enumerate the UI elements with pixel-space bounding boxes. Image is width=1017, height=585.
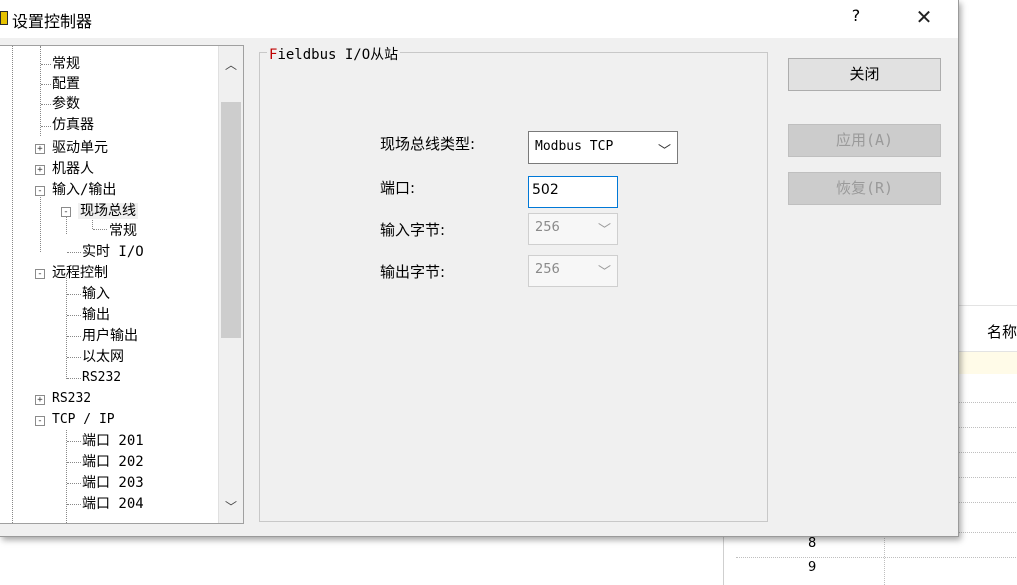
input-bytes-label: 输入字节: (380, 221, 446, 239)
tree-item-user-output[interactable]: 用户输出 (82, 328, 138, 344)
settings-tree[interactable]: 常规 配置 参数 仿真器 + 驱动单元 + 机器人 - 输入/输出 - 现场总线… (0, 45, 244, 524)
tree-connector (67, 315, 81, 316)
tree-scrollbar[interactable]: ︿ ﹀ (218, 46, 243, 523)
collapse-icon[interactable]: - (35, 269, 45, 279)
tree-line (40, 46, 41, 136)
chevron-down-icon: ﹀ (597, 265, 611, 280)
tree-connector (67, 483, 81, 484)
scroll-down-icon[interactable]: ﹀ (219, 498, 243, 518)
tree-item-port-203[interactable]: 端口 203 (82, 475, 144, 491)
port-value: 502 (532, 182, 559, 198)
tree-item-drive-unit[interactable]: 驱动单元 (52, 140, 108, 156)
output-bytes-label: 输出字节: (380, 263, 446, 281)
expand-icon[interactable]: + (35, 395, 45, 405)
window-title: 设置控制器 (12, 12, 93, 31)
scroll-up-icon[interactable]: ︿ (219, 56, 243, 76)
tree-connector (67, 336, 81, 337)
tree-item-port-201[interactable]: 端口 201 (82, 433, 144, 449)
tree-connector (41, 126, 51, 127)
tree-item-input[interactable]: 输入 (82, 286, 110, 302)
tree-connector (93, 229, 107, 230)
apply-button[interactable]: 应用(A) (788, 124, 941, 157)
tree-item-ethernet[interactable]: 以太网 (82, 349, 124, 365)
port-input[interactable]: 502 (528, 176, 618, 208)
tree-connector (41, 84, 51, 85)
tree-item-fieldbus-general[interactable]: 常规 (109, 223, 137, 239)
tree-connector (41, 64, 51, 65)
app-icon (0, 11, 8, 25)
collapse-icon[interactable]: - (35, 186, 45, 196)
tree-line (40, 192, 41, 252)
output-bytes-value: 256 (535, 262, 560, 277)
tree-item-fieldbus[interactable]: 现场总线 (78, 203, 138, 219)
tree-connector (67, 357, 81, 358)
tree-item-io[interactable]: 输入/输出 (52, 182, 116, 198)
tree-item-tcpip[interactable]: TCP / IP (52, 412, 115, 428)
tree-item-config[interactable]: 配置 (52, 76, 80, 92)
fieldbus-type-label: 现场总线类型: (380, 135, 476, 153)
tree-item-port-202[interactable]: 端口 202 (82, 454, 144, 470)
tree-connector (67, 504, 81, 505)
tree-connector (67, 252, 81, 253)
chevron-down-icon: ﹀ (657, 144, 671, 159)
help-button[interactable]: ? (846, 6, 866, 30)
restore-button[interactable]: 恢复(R) (788, 172, 941, 205)
title-bar[interactable]: 设置控制器 ? ✕ (0, 0, 958, 38)
tree-connector (67, 378, 81, 379)
grid-line (736, 557, 1017, 558)
expand-icon[interactable]: + (35, 165, 45, 175)
tree-item-rs232[interactable]: RS232 (52, 391, 91, 407)
close-button[interactable]: 关闭 (788, 58, 941, 91)
input-bytes-select[interactable]: 256 ﹀ (528, 213, 618, 245)
tree-connector (67, 294, 81, 295)
tree-connector (67, 462, 81, 463)
tree-connector (41, 104, 51, 105)
tree-item-simulator[interactable]: 仿真器 (52, 117, 94, 133)
output-bytes-select[interactable]: 256 ﹀ (528, 255, 618, 287)
fieldbus-type-select[interactable]: Modbus TCP ﹀ (528, 131, 678, 164)
input-bytes-value: 256 (535, 220, 560, 235)
controller-settings-dialog: 设置控制器 ? ✕ 常规 配置 参数 仿真器 + 驱动单元 + 机器人 - 输入… (0, 0, 959, 537)
tree-line (66, 275, 67, 379)
collapse-icon[interactable]: - (35, 416, 45, 426)
row-number: 9 (808, 560, 817, 575)
fieldbus-type-value: Modbus TCP (535, 139, 614, 154)
tree-item-robot[interactable]: 机器人 (52, 161, 94, 177)
close-icon[interactable]: ✕ (912, 5, 936, 31)
collapse-icon[interactable]: - (61, 207, 71, 217)
tree-line (66, 430, 67, 523)
scrollbar-thumb[interactable] (221, 102, 241, 338)
tree-item-output[interactable]: 输出 (82, 307, 110, 323)
tree-item-port-204[interactable]: 端口 204 (82, 496, 144, 512)
group-title-rest: ieldbus I/O从站 (277, 47, 399, 63)
tree-item-realtime-io[interactable]: 实时 I/O (82, 244, 144, 260)
tree-item-rs232-remote[interactable]: RS232 (82, 370, 121, 386)
tree-connector (67, 441, 81, 442)
chevron-down-icon: ﹀ (597, 223, 611, 238)
tree-item-remote-control[interactable]: 远程控制 (52, 265, 108, 281)
fieldbus-slave-group (259, 52, 768, 522)
tree-line (12, 46, 13, 523)
tree-item-parameters[interactable]: 参数 (52, 96, 80, 112)
row-number: 8 (808, 536, 817, 551)
column-header-name[interactable]: 名称 (987, 321, 1017, 342)
port-label: 端口: (380, 179, 416, 197)
expand-icon[interactable]: + (35, 144, 45, 154)
group-title: Fieldbus I/O从站 (267, 44, 401, 64)
tree-item-general[interactable]: 常规 (52, 56, 80, 72)
